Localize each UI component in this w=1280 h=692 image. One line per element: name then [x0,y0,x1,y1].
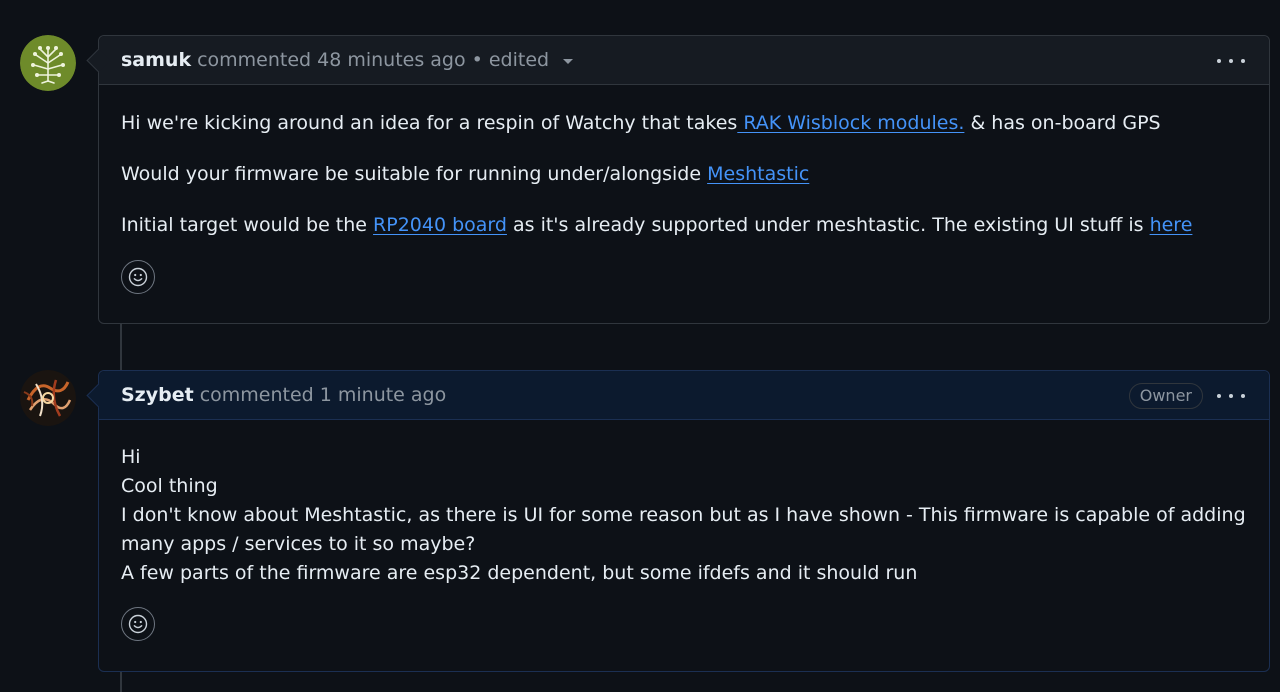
comment-body: Hi Cool thing I don't know about Meshtas… [99,420,1269,641]
rak-wisblock-link[interactable]: RAK Wisblock modules. [737,112,964,134]
comment-header: samuk commented 48 minutes ago • edited [86,36,1269,85]
comment-body: Hi we're kicking around an idea for a re… [99,85,1269,294]
comment-pointer [86,383,111,408]
paragraph: Initial target would be the RP2040 board… [121,211,1247,240]
comment-action: commented [199,384,314,406]
paragraph: Would your firmware be suitable for runn… [121,160,1247,189]
meshtastic-link[interactable]: Meshtastic [707,163,809,185]
add-reaction-button[interactable] [121,260,155,294]
avatar-szybet[interactable] [20,370,76,426]
tree-circuit-icon [20,35,76,91]
smiley-icon [128,267,148,287]
text-line: Cool thing [121,475,218,497]
chevron-down-icon[interactable] [563,58,574,64]
comment-szybet: Szybet commented 1 minute ago Owner Hi C… [86,370,1270,672]
comment-options-kebab-icon[interactable] [1217,51,1245,71]
text: Initial target would be the [121,214,374,236]
avatar-samuk[interactable] [20,35,76,91]
abstract-art-avatar [20,370,76,426]
text: & has on-board GPS [964,112,1161,134]
edited-label[interactable]: • edited [472,49,549,71]
comment-header: Szybet commented 1 minute ago Owner [86,371,1269,420]
text-line: A few parts of the firmware are esp32 de… [121,562,918,584]
text-line: Hi [121,446,141,468]
comment-pointer [86,48,111,73]
paragraph: Hi we're kicking around an idea for a re… [121,109,1247,138]
rp2040-board-link[interactable]: RP2040 board [373,214,507,236]
text: Hi we're kicking around an idea for a re… [121,112,738,134]
comment-author[interactable]: Szybet [121,384,194,406]
text: Would your firmware be suitable for runn… [121,163,708,185]
comment-action: commented [197,49,312,71]
owner-badge: Owner [1128,383,1203,409]
here-link[interactable]: here [1150,214,1193,236]
comment-timestamp[interactable]: 1 minute ago [320,384,447,406]
comment-samuk: samuk commented 48 minutes ago • edited … [86,35,1270,324]
smiley-icon [128,614,148,634]
comment-author[interactable]: samuk [121,49,191,71]
paragraph: Hi Cool thing I don't know about Meshtas… [121,443,1247,588]
comment-options-kebab-icon[interactable] [1217,386,1245,406]
add-reaction-button[interactable] [121,607,155,641]
text: as it's already supported under meshtast… [506,214,1150,236]
comment-timestamp[interactable]: 48 minutes ago [317,49,466,71]
text-line: many apps / services to it so maybe? [121,533,476,555]
text-line: I don't know about Meshtastic, as there … [121,504,1246,526]
